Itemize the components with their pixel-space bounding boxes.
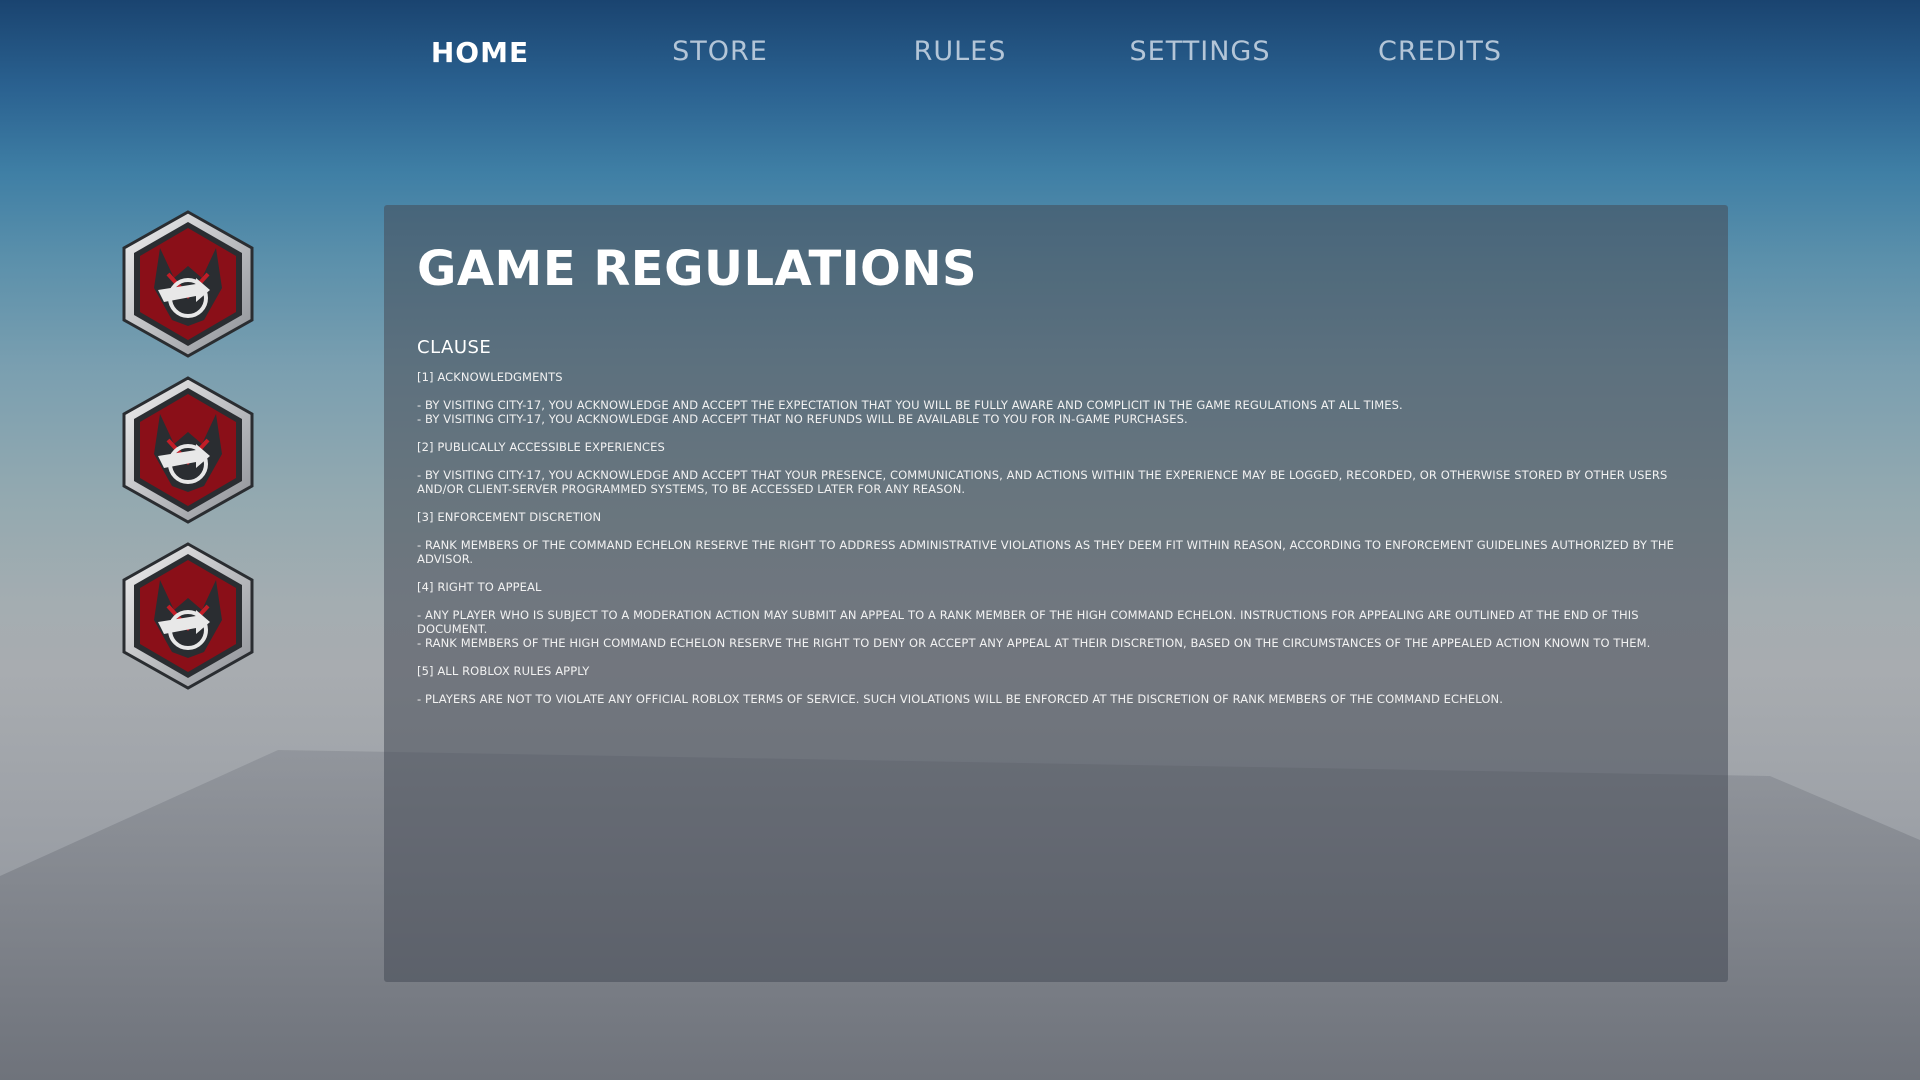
nav-tab-home[interactable]: HOME <box>360 36 600 69</box>
clause-text: - RANK MEMBERS OF THE HIGH COMMAND ECHEL… <box>417 636 1651 650</box>
regulations-panel: GAME REGULATIONS CLAUSE [1] ACKNOWLEDGME… <box>384 205 1728 982</box>
faction-emblem-icon[interactable] <box>118 540 258 692</box>
clause-text: - ANY PLAYER WHO IS SUBJECT TO A MODERAT… <box>417 608 1639 636</box>
clause-text: - BY VISITING CITY-17, YOU ACKNOWLEDGE A… <box>417 468 1668 496</box>
faction-emblem-icon[interactable] <box>118 374 258 526</box>
side-badge-list <box>118 208 264 706</box>
clause-text: - BY VISITING CITY-17, YOU ACKNOWLEDGE A… <box>417 398 1403 412</box>
clause-heading: [4] RIGHT TO APPEAL <box>417 580 542 594</box>
clause-text: - PLAYERS ARE NOT TO VIOLATE ANY OFFICIA… <box>417 692 1503 706</box>
top-navigation: HOME STORE RULES SETTINGS CREDITS <box>0 0 1920 110</box>
nav-tab-rules[interactable]: RULES <box>840 36 1080 67</box>
clause-heading: [1] ACKNOWLEDGMENTS <box>417 370 563 384</box>
clause-item: [3] ENFORCEMENT DISCRETION - RANK MEMBER… <box>417 510 1696 566</box>
clause-item: [4] RIGHT TO APPEAL - ANY PLAYER WHO IS … <box>417 580 1696 650</box>
clause-heading: [2] PUBLICALLY ACCESSIBLE EXPERIENCES <box>417 440 665 454</box>
clause-heading: [3] ENFORCEMENT DISCRETION <box>417 510 602 524</box>
nav-tab-credits[interactable]: CREDITS <box>1320 36 1560 67</box>
panel-subtitle: CLAUSE <box>417 337 492 358</box>
clause-text: - RANK MEMBERS OF THE COMMAND ECHELON RE… <box>417 538 1674 566</box>
clause-item: [1] ACKNOWLEDGMENTS - BY VISITING CITY-1… <box>417 370 1696 426</box>
clause-heading: [5] ALL ROBLOX RULES APPLY <box>417 664 590 678</box>
clause-text: - BY VISITING CITY-17, YOU ACKNOWLEDGE A… <box>417 412 1188 426</box>
clause-item: [5] ALL ROBLOX RULES APPLY - PLAYERS ARE… <box>417 664 1696 706</box>
clause-item: [2] PUBLICALLY ACCESSIBLE EXPERIENCES - … <box>417 440 1696 496</box>
nav-tab-settings[interactable]: SETTINGS <box>1080 36 1320 67</box>
faction-emblem-icon[interactable] <box>118 208 258 360</box>
panel-title: GAME REGULATIONS <box>417 241 978 297</box>
nav-tab-store[interactable]: STORE <box>600 36 840 67</box>
clause-list: [1] ACKNOWLEDGMENTS - BY VISITING CITY-1… <box>417 370 1696 706</box>
